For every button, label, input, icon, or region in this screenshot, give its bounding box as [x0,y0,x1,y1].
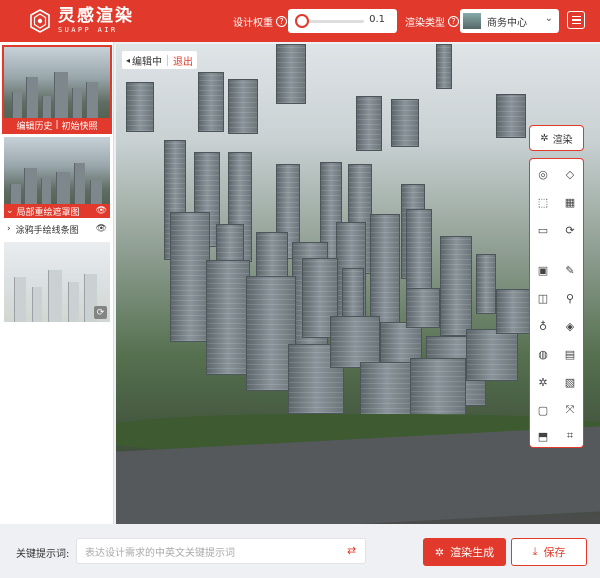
editing-label: 编辑中 [132,56,163,68]
sparkle-icon: ✲ [540,132,549,144]
sparkle-icon: ✲ [434,545,445,559]
sketch-layer-row[interactable]: › 涂鸦手绘线条图 👁 [4,221,110,237]
history-snapshot-mask[interactable]: ⌄ 局部重绘遮罩图 👁 [4,137,110,218]
chevron-down-icon[interactable]: ⌄ [6,206,14,216]
render-type-thumbnail [463,13,481,29]
export-icon[interactable]: ⬒ [536,429,550,443]
crop-frame-icon[interactable]: ⬚ [536,195,550,209]
render-type-value: 商务中心 [487,17,527,29]
layers-icon[interactable]: ◫ [536,291,550,305]
menu-button[interactable] [567,11,585,29]
brand-logo[interactable]: 灵感渲染 SUAPP AIR [28,8,134,34]
design-weight-label: 设计权重 ? [233,14,287,29]
target-icon[interactable]: ◎ [536,167,550,181]
bulb-icon[interactable]: ♁ [536,319,550,333]
chevron-right-icon: › [7,224,11,234]
help-icon[interactable]: ? [448,16,459,27]
snapshot-caption: 编辑历史 | 初始快照 [4,118,110,132]
render-type-label: 渲染类型 ? [405,14,459,29]
settings-icon[interactable]: ✲ [536,375,550,389]
refresh-icon[interactable]: ⟳ [563,223,577,237]
sticker-icon[interactable]: ◈ [563,319,577,333]
keyword-label: 关键提示词: [16,549,70,560]
mask-caption: ⌄ 局部重绘遮罩图 👁 [4,204,110,218]
person-icon[interactable]: ⚲ [563,291,577,305]
refresh-icon[interactable]: ⟳ [94,306,107,319]
crop-icon[interactable]: ⌗ [563,429,577,443]
render-canvas[interactable]: ◂ 编辑中 退出 [116,44,600,524]
save-button[interactable]: ⤓ 保存 [511,538,587,566]
history-sidebar: 编辑历史 | 初始快照 ⌄ 局部重绘遮罩图 👁 › 涂鸦手绘线条图 👁 ⟳ [0,42,114,524]
generate-render-button[interactable]: ✲ 渲染生成 [423,538,506,566]
bottom-bar: 关键提示词: 表达设计需求的中英文关键提示词 ⇄ ✲ 渲染生成 ⤓ 保存 [0,524,600,578]
chevron-down-icon: ⌄ [544,13,553,24]
help-icon[interactable]: ? [276,16,287,27]
translate-icon[interactable]: ⇄ [347,544,356,557]
download-icon: ⤓ [532,545,538,558]
weight-slider-thumb[interactable] [295,14,309,28]
render-button[interactable]: ✲ 渲染 [529,125,584,151]
image-icon[interactable]: ▤ [563,347,577,361]
brand-name: 灵感渲染 [58,6,134,26]
history-snapshot-sketch[interactable]: ⟳ [4,242,110,322]
exit-edit-button[interactable]: 退出 [173,53,193,68]
editing-status: ◂ 编辑中 退出 [122,51,198,69]
brand-name-en: SUAPP AIR [58,26,118,34]
image-edit-icon[interactable]: ▣ [536,263,550,277]
weight-value: 0.1 [369,14,385,25]
tool-palette: ◎ ◇ ⬚ ▦ ▭ ⟳ ▣ ✎ ◫ ⚲ ♁ ◈ ◍ ▤ ✲ ▧ ▢ ⤧ ⬒ ⌗ [529,158,584,448]
picture-icon[interactable]: ▧ [563,375,577,389]
grid-select-icon[interactable]: ▦ [563,195,577,209]
lasso-icon[interactable]: ◇ [563,167,577,181]
expand-icon[interactable]: ⤧ [563,403,577,417]
app-header: 灵感渲染 SUAPP AIR 设计权重 ? 0.1 渲染类型 ? 商务中心 ⌄ [0,0,600,42]
globe-icon[interactable]: ◍ [536,347,550,361]
note-icon[interactable]: ▭ [536,223,550,237]
frame-icon[interactable]: ▢ [536,403,550,417]
render-type-select[interactable]: 商务中心 ⌄ [460,9,559,33]
history-snapshot-initial[interactable]: 编辑历史 | 初始快照 [2,45,112,134]
design-weight-control: 0.1 [288,9,397,33]
caret-left-icon: ◂ [126,55,131,65]
eye-icon[interactable]: 👁 [96,206,107,216]
keyword-input[interactable]: 表达设计需求的中英文关键提示词 [76,538,366,564]
eye-icon[interactable]: 👁 [96,224,107,234]
logo-icon [30,9,50,33]
pencil-icon[interactable]: ✎ [563,263,577,277]
